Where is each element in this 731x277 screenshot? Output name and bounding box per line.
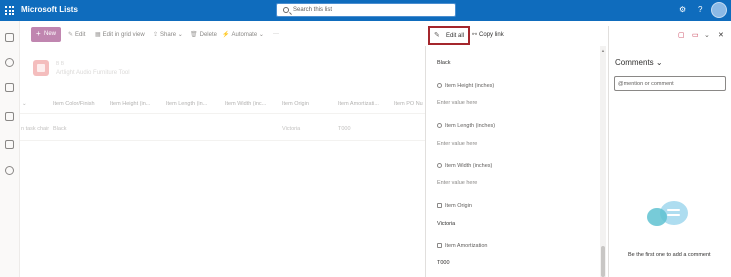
- panel-scrollbar[interactable]: [600, 46, 606, 277]
- list-logo-icon: [33, 60, 49, 76]
- list-overlay: [20, 44, 425, 277]
- amortization-field-value[interactable]: T000: [437, 260, 450, 266]
- width-field-input[interactable]: Enter value here: [437, 180, 477, 186]
- number-icon: [437, 163, 442, 168]
- text-icon: [437, 243, 442, 248]
- delete-label: Delete: [199, 32, 217, 38]
- edit-grid-button[interactable]: ▦ Edit in grid view: [95, 31, 145, 38]
- copy-link-label: Copy link: [479, 32, 504, 38]
- number-icon: [437, 123, 442, 128]
- automate-label: Automate: [231, 32, 258, 38]
- automate-button[interactable]: ⚡ Automate ⌄: [222, 31, 264, 38]
- search-icon: [283, 7, 289, 13]
- column-header-sort[interactable]: ⌄: [22, 101, 27, 107]
- column-header-width[interactable]: Item Width (inc...: [225, 101, 266, 107]
- edit-grid-label: Edit in grid view: [102, 32, 145, 38]
- close-icon[interactable]: ✕: [718, 31, 724, 39]
- width-label-text: Item Width (inches): [445, 163, 493, 169]
- panel-scrollbar-thumb[interactable]: [601, 246, 605, 277]
- command-bar: + New ✎ Edit ▦ Edit in grid view ⇪ Share ⌄ …: [20, 26, 424, 44]
- column-header-po[interactable]: Item PO Nu: [394, 101, 423, 107]
- comments-title[interactable]: Comments ⌄: [615, 58, 663, 67]
- number-icon: [437, 83, 442, 88]
- comment-input-placeholder: @mention or comment: [618, 81, 674, 87]
- list-icon[interactable]: [5, 140, 14, 149]
- trash-icon: 🗑: [190, 32, 198, 38]
- row-origin-cell[interactable]: Victoria: [282, 126, 300, 132]
- amortization-field-label: Item Amortization: [437, 243, 488, 249]
- height-label-text: Item Height (inches): [445, 83, 495, 89]
- page-icon[interactable]: [5, 112, 14, 121]
- home-icon[interactable]: [5, 33, 14, 42]
- column-header-color[interactable]: Item Color/Finish: [53, 101, 95, 107]
- search-box[interactable]: Search this list: [276, 3, 456, 17]
- comment-toggle-icon[interactable]: ▢: [678, 31, 685, 39]
- color-field-value[interactable]: Black: [437, 60, 450, 66]
- column-header-length[interactable]: Item Length (in...: [166, 101, 207, 107]
- edit-label: Edit: [75, 32, 86, 38]
- grid-icon[interactable]: [5, 83, 14, 92]
- share-icon: ⇪: [153, 32, 159, 38]
- search-placeholder: Search this list: [293, 7, 333, 13]
- row-color-cell[interactable]: Black: [53, 126, 66, 132]
- left-rail: [0, 21, 20, 277]
- column-header-origin[interactable]: Item Origin: [282, 101, 309, 107]
- share-label: Share: [160, 32, 177, 38]
- comments-title-text: Comments: [615, 58, 654, 67]
- share-button[interactable]: ⇪ Share ⌄: [153, 31, 183, 38]
- delete-button[interactable]: 🗑 Delete: [190, 31, 217, 38]
- suite-bar: Microsoft Lists Search this list ⚙ ?: [0, 0, 731, 21]
- pencil-icon: ✎: [434, 32, 440, 39]
- settings-icon[interactable]: ⚙: [679, 5, 686, 14]
- more-button[interactable]: ···: [273, 31, 279, 37]
- help-icon[interactable]: ?: [698, 5, 702, 14]
- row-divider: [20, 140, 425, 141]
- amortization-label-text: Item Amortization: [445, 243, 488, 249]
- chevron-down-icon: ⌄: [258, 32, 264, 38]
- width-field-label: Item Width (inches): [437, 163, 492, 169]
- info-pane-icon[interactable]: ▭: [692, 31, 699, 39]
- column-header-amortization[interactable]: Item Amortizati...: [338, 101, 379, 107]
- add-icon[interactable]: [5, 166, 14, 175]
- edit-all-button[interactable]: ✎ Edit all: [428, 26, 470, 45]
- length-label-text: Item Length (inches): [445, 123, 496, 129]
- origin-label-text: Item Origin: [445, 203, 472, 209]
- column-header-height[interactable]: Item Height (in...: [110, 101, 150, 107]
- row-amortization-cell[interactable]: T000: [338, 126, 351, 132]
- chevron-down-icon: ⌄: [655, 58, 663, 67]
- new-button[interactable]: + New: [31, 27, 61, 42]
- length-field-label: Item Length (inches): [437, 123, 495, 129]
- edit-button[interactable]: ✎ Edit: [68, 31, 85, 38]
- app-title[interactable]: Microsoft Lists: [21, 5, 78, 14]
- automate-icon: ⚡: [222, 32, 230, 38]
- avatar[interactable]: [711, 2, 727, 18]
- origin-field-label: Item Origin: [437, 203, 472, 209]
- plus-icon: +: [36, 29, 41, 38]
- header-divider: [20, 113, 425, 114]
- origin-field-value[interactable]: Victoria: [437, 221, 455, 227]
- comments-empty-text: Be the first one to add a comment: [628, 252, 711, 258]
- comment-illustration-bubble: [647, 208, 667, 226]
- pencil-icon: ✎: [68, 32, 74, 38]
- app-launcher-icon[interactable]: [5, 6, 14, 15]
- new-button-label: New: [44, 31, 57, 37]
- edit-all-label: Edit all: [446, 33, 465, 39]
- height-field-input[interactable]: Enter value here: [437, 100, 477, 106]
- list-subtitle: B B: [56, 61, 65, 67]
- chevron-down-icon[interactable]: ⌄: [704, 31, 710, 39]
- height-field-label: Item Height (inches): [437, 83, 494, 89]
- text-icon: [437, 203, 442, 208]
- length-field-input[interactable]: Enter value here: [437, 141, 477, 147]
- link-icon: ⚯: [472, 32, 478, 38]
- copy-link-button[interactable]: ⚯ Copy link: [472, 31, 504, 38]
- list-title[interactable]: Artlight Audio Furniture Tool: [56, 70, 130, 76]
- globe-icon[interactable]: [5, 58, 14, 67]
- scroll-up-icon[interactable]: ▲: [601, 48, 605, 53]
- chevron-down-icon: ⌄: [177, 32, 183, 38]
- row-title-cell[interactable]: n task chair: [21, 126, 49, 132]
- comment-input[interactable]: @mention or comment: [614, 76, 726, 91]
- grid-view-icon: ▦: [95, 32, 101, 38]
